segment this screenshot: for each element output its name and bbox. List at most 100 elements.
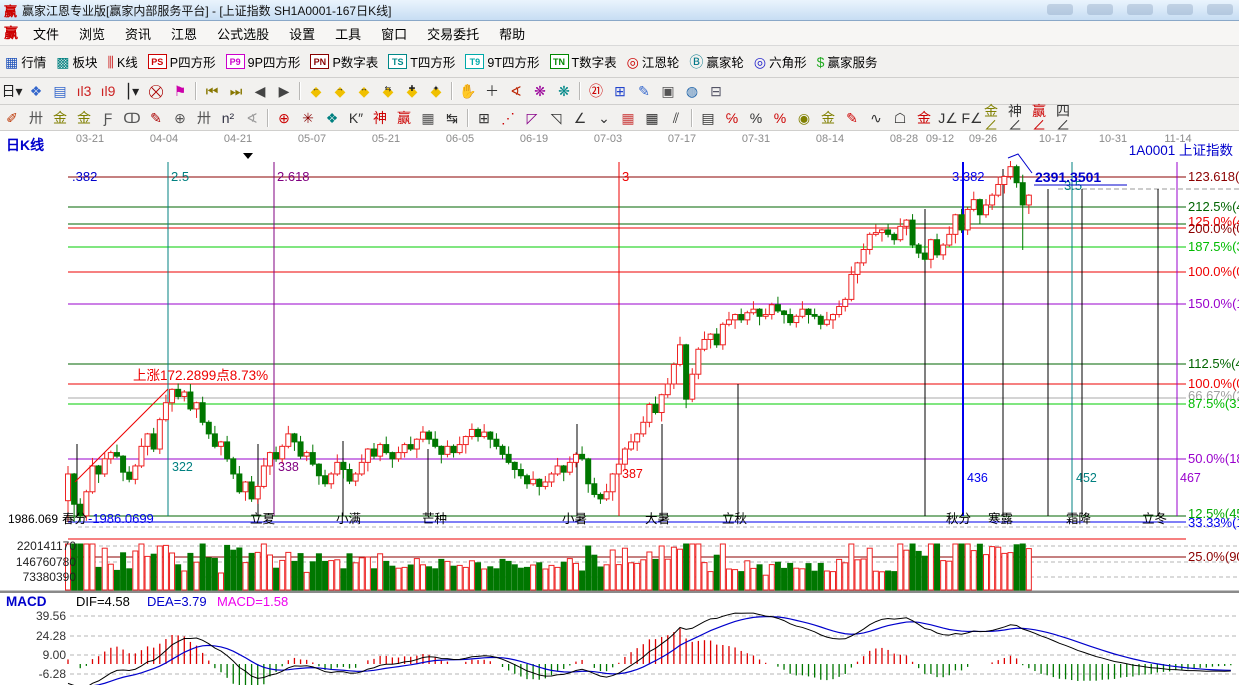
print-button[interactable]: ⊟ [704,80,728,102]
first-page-button[interactable]: ⏮ [200,80,224,102]
shen-angle-button[interactable]: 神∠ [1008,107,1032,129]
si-angle-button[interactable]: 四∠ [1056,107,1080,129]
gann-wheel-button[interactable]: ◎江恩轮 [622,50,685,74]
comb-lines-button[interactable]: 卅 [24,107,48,129]
fan-box2-button[interactable]: ◹ [544,107,568,129]
fan-lines-button[interactable]: ⋰ [496,107,520,129]
drag-hand-button[interactable]: ✋ [456,80,480,102]
gold-underline-button[interactable]: 金 [912,107,936,129]
brush-chart-button[interactable]: ✎ [144,107,168,129]
teal-tool-button[interactable]: ❋ [552,80,576,102]
comb2-button[interactable]: 卅 [192,107,216,129]
box-chart-button[interactable]: ⊞ [472,107,496,129]
gold-comb2-button[interactable]: 金 [72,107,96,129]
filter-button[interactable]: ⛒ [144,80,168,102]
winner-wheel-button[interactable]: Ⓑ赢家轮 [684,50,749,74]
menu-item-news[interactable]: 资讯 [115,24,161,43]
spiral-button[interactable]: ↀ [120,107,144,129]
window-control-pill[interactable] [1047,4,1073,15]
level-chart-button[interactable]: ▤ [696,107,720,129]
span-arrows-button[interactable]: ↹ [440,107,464,129]
draw-brush-button[interactable]: ✐ [0,107,24,129]
menu-item-browse[interactable]: 浏览 [69,24,115,43]
network-icon-button[interactable]: ❖ [24,80,48,102]
v-wave-button[interactable]: ⌄ [592,107,616,129]
menu-item-help[interactable]: 帮助 [489,24,535,43]
save-button[interactable]: ▣ [656,80,680,102]
k-quote-button[interactable]: K″ [344,107,368,129]
percent-button[interactable]: % [744,107,768,129]
parallel-lines-button[interactable]: ⫽ [664,107,688,129]
calendar-button[interactable]: ㉑ [584,80,608,102]
t-table-button[interactable]: TNT数字表 [545,50,622,74]
diamond-compress[interactable]: ◆⇆ [376,80,400,102]
calculator-button[interactable]: ⊞ [608,80,632,102]
grid-123-button[interactable]: ▦ [416,107,440,129]
angle-lines-button[interactable]: ∠ [568,107,592,129]
kline-period-dropdown[interactable]: 日▾ [0,80,24,102]
kline-button[interactable]: ⫼K线 [103,50,143,74]
9t-square-button[interactable]: T99T四方形 [460,50,544,74]
purple-tool-button[interactable]: ❋ [528,80,552,102]
wave-band-button[interactable]: ∿ [864,107,888,129]
t-square-button[interactable]: TST四方形 [383,50,460,74]
share-globe-button[interactable]: ◍ [680,80,704,102]
hexagon-button[interactable]: ◎六角形 [749,50,812,74]
shen-grid-button[interactable]: 神 [368,107,392,129]
menu-item-window[interactable]: 窗口 [371,24,417,43]
pen-wave-button[interactable]: ✎ [840,107,864,129]
ying-angle-button[interactable]: 赢∠ [1032,107,1056,129]
window-control-pill[interactable] [1167,4,1193,15]
fan-box-button[interactable]: ◸ [520,107,544,129]
color-chart-button[interactable]: ⚑ [168,80,192,102]
menu-item-trade[interactable]: 交易委托 [417,24,489,43]
p-table-button[interactable]: PNP数字表 [305,50,383,74]
f10-info-button[interactable]: ▤ [48,80,72,102]
sectors-button[interactable]: ▩板块 [51,50,102,74]
angle-gray-button[interactable]: ∢ [240,107,264,129]
notes-button[interactable]: ✎ [632,80,656,102]
diamond-shift-right[interactable]: ◆→ [328,80,352,102]
percent-line-button[interactable]: % [768,107,792,129]
quotes-button[interactable]: ▦行情 [0,50,51,74]
grid-red-button[interactable]: ▦ [616,107,640,129]
menu-item-tools[interactable]: 工具 [325,24,371,43]
window-control-pill[interactable] [1207,4,1233,15]
angle-tool-button[interactable]: ∢ [504,80,528,102]
menu-item-gann[interactable]: 江恩 [161,24,207,43]
j-angle-button[interactable]: J∠ [936,107,960,129]
gold-angle-button[interactable]: 金∠ [984,107,1008,129]
9p-square-button[interactable]: P99P四方形 [221,50,306,74]
diamond-cross[interactable]: ◆✦ [424,80,448,102]
web-box-button[interactable]: ❖ [320,107,344,129]
crosshair-button[interactable]: ＋ [480,80,504,102]
menu-item-formula-select[interactable]: 公式选股 [207,24,279,43]
diamond-merge[interactable]: ◆✚ [400,80,424,102]
gold-lines-button[interactable]: 金 [816,107,840,129]
window-control-pill[interactable] [1127,4,1153,15]
cup-button[interactable]: ☖ [888,107,912,129]
prev-page-button[interactable]: ◀ [248,80,272,102]
target-circle-button[interactable]: ⊕ [272,107,296,129]
f-angle-button[interactable]: F∠ [960,107,984,129]
gold-circle-button[interactable]: ◉ [792,107,816,129]
gold-comb-button[interactable]: 金 [48,107,72,129]
winner-service-button[interactable]: $赢家服务 [812,50,883,74]
menu-item-file[interactable]: 文件 [23,24,69,43]
p-square-button[interactable]: PSP四方形 [143,50,221,74]
n-square-button[interactable]: n² [216,107,240,129]
menu-item-settings[interactable]: 设置 [279,24,325,43]
percent-wave-button[interactable]: ℅ [720,107,744,129]
web-button[interactable]: ✳ [296,107,320,129]
diamond-shift-left[interactable]: ◆← [304,80,328,102]
chart3-button[interactable]: ıl3 [72,80,96,102]
window-control-pill[interactable] [1087,4,1113,15]
kline-chart[interactable]: 上涨172.2899点8.73%日K线1A0001 上证指数03-2104-04… [0,131,1239,685]
grid-axis-button[interactable]: ▦ [640,107,664,129]
chart9-button[interactable]: ıl9 [96,80,120,102]
diamond-expand[interactable]: ◆↔ [352,80,376,102]
candle-style-dropdown[interactable]: ⎮▾ [120,80,144,102]
last-page-button[interactable]: ⏭ [224,80,248,102]
circle-grid-button[interactable]: ⊕ [168,107,192,129]
ying-grid-button[interactable]: 赢 [392,107,416,129]
